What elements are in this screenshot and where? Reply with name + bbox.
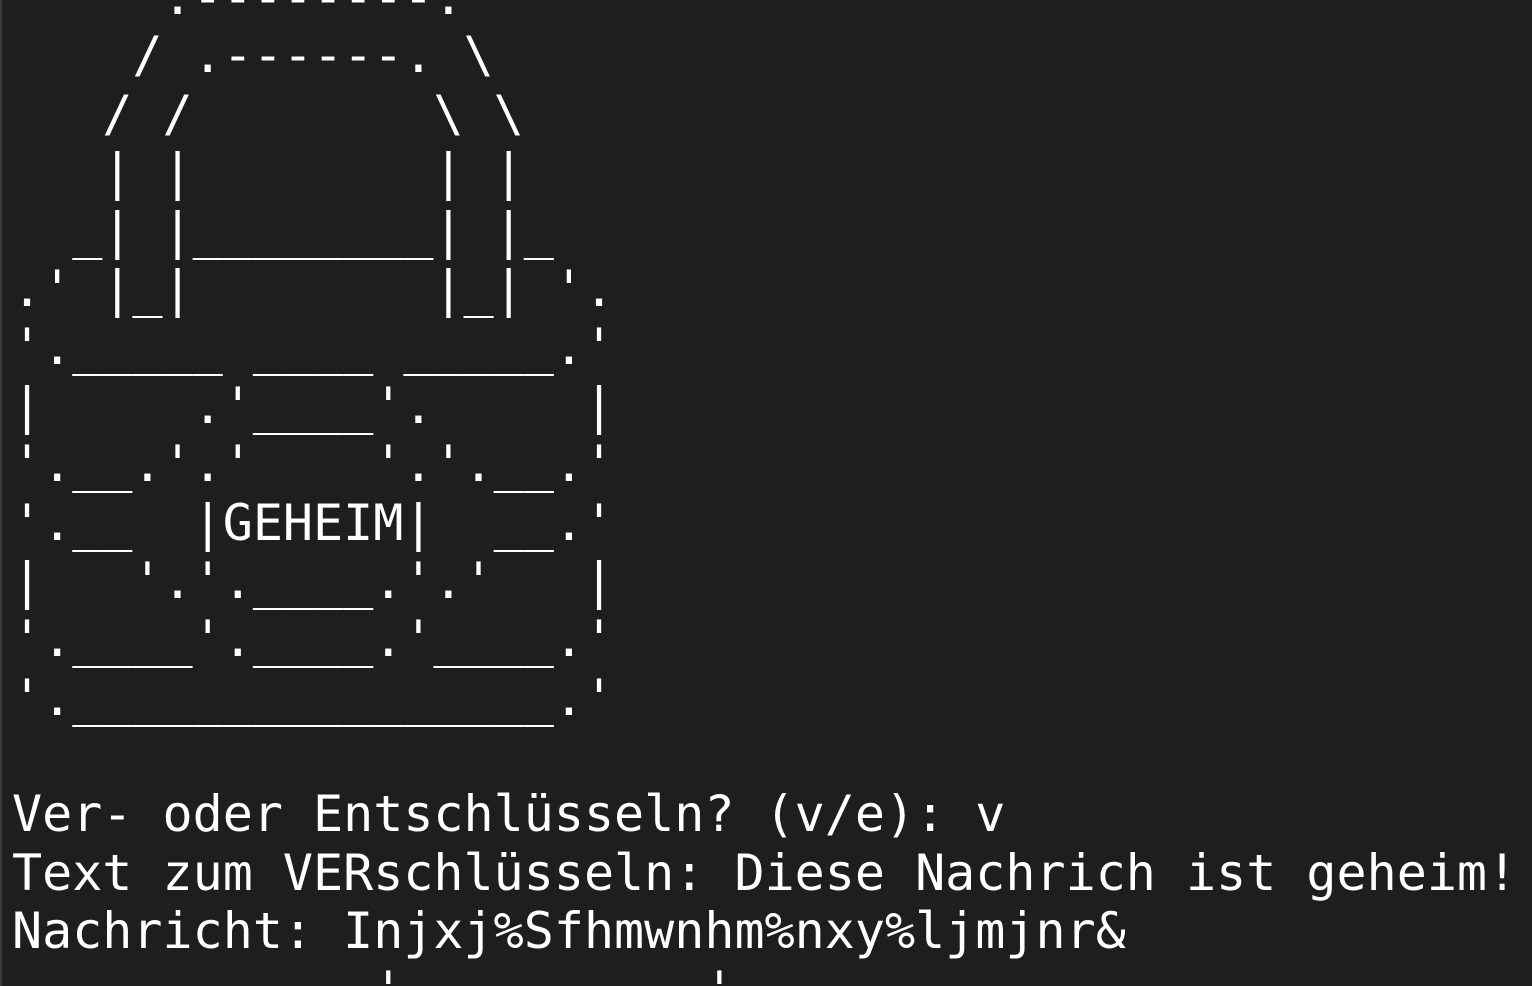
ascii-art-line: | | | | xyxy=(12,143,524,202)
ascii-art-line: _| |________| |_ xyxy=(12,201,554,260)
terminal-window[interactable]: .--------. / .------. \ / / \ \ | | | | … xyxy=(0,0,1532,986)
text-prompt-line: Text zum VERschlüsseln: Diese Nachrich i… xyxy=(12,843,1518,902)
terminal-output: .--------. / .------. \ / / \ \ | | | | … xyxy=(12,0,1517,986)
ascii-art-line: .--------. xyxy=(12,0,1517,26)
partial-next-line: ' ' xyxy=(12,961,1517,986)
ascii-art-line: | '.'.____.'.' | xyxy=(12,551,615,610)
encrypted-output-line: Nachricht: Injxj%Sfhmwnhm%nxy%ljmjnr& xyxy=(12,902,1126,961)
ascii-art-line: | .'____'. | xyxy=(12,376,615,435)
ascii-art-line: '.________________.' xyxy=(12,668,615,727)
ascii-art-line: '.__.'.' '.'.__.' xyxy=(12,435,615,494)
mode-prompt-line: Ver- oder Entschlüsseln? (v/e): v xyxy=(12,785,1006,844)
ascii-art-line: '.____'.____.'____.' xyxy=(12,610,615,669)
ascii-art-line: / .------. \ xyxy=(12,26,494,85)
ascii-art-line: / / \ \ xyxy=(12,84,524,143)
ascii-art-line: '._____ ____ _____.' xyxy=(12,318,615,377)
ascii-art-line-geheim: '.__ |GEHEIM| __.' xyxy=(12,493,615,552)
ascii-art-line: .' |_| |_| '. xyxy=(12,259,615,318)
